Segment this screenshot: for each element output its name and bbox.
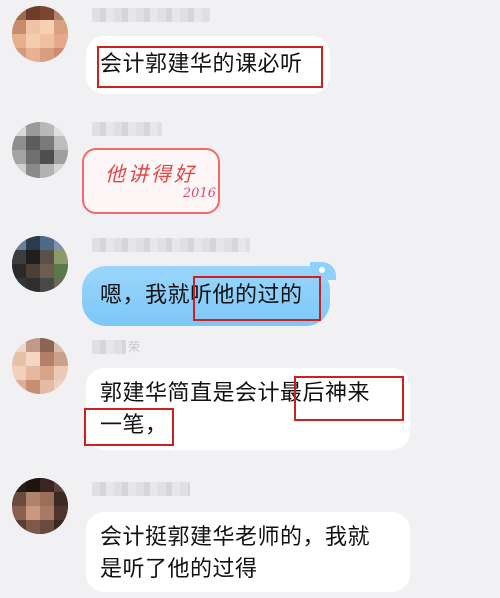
avatar[interactable] (12, 338, 68, 394)
message-bubble[interactable]: 会计挺郭建华老师的，我就 是听了他的过得 (86, 512, 410, 592)
avatar[interactable] (12, 122, 68, 178)
highlight-box (84, 408, 174, 446)
sender-name (92, 8, 210, 22)
avatar[interactable] (12, 6, 68, 62)
sticker[interactable]: 他讲得好 2016 (82, 148, 220, 214)
highlight-box (193, 276, 321, 321)
message-line: 是听了他的过得 (100, 557, 258, 582)
sender-name-char: 荣 (128, 340, 141, 354)
sender-name (92, 238, 250, 252)
highlight-box (97, 46, 323, 88)
sender-name (92, 340, 126, 354)
sender-name (92, 122, 162, 136)
highlight-box (294, 376, 404, 421)
avatar[interactable] (12, 236, 68, 292)
sticker-year: 2016 (182, 186, 216, 201)
avatar[interactable] (12, 478, 68, 534)
message-line: 会计挺郭建华老师的，我就 (100, 525, 371, 550)
sender-name (92, 482, 190, 496)
